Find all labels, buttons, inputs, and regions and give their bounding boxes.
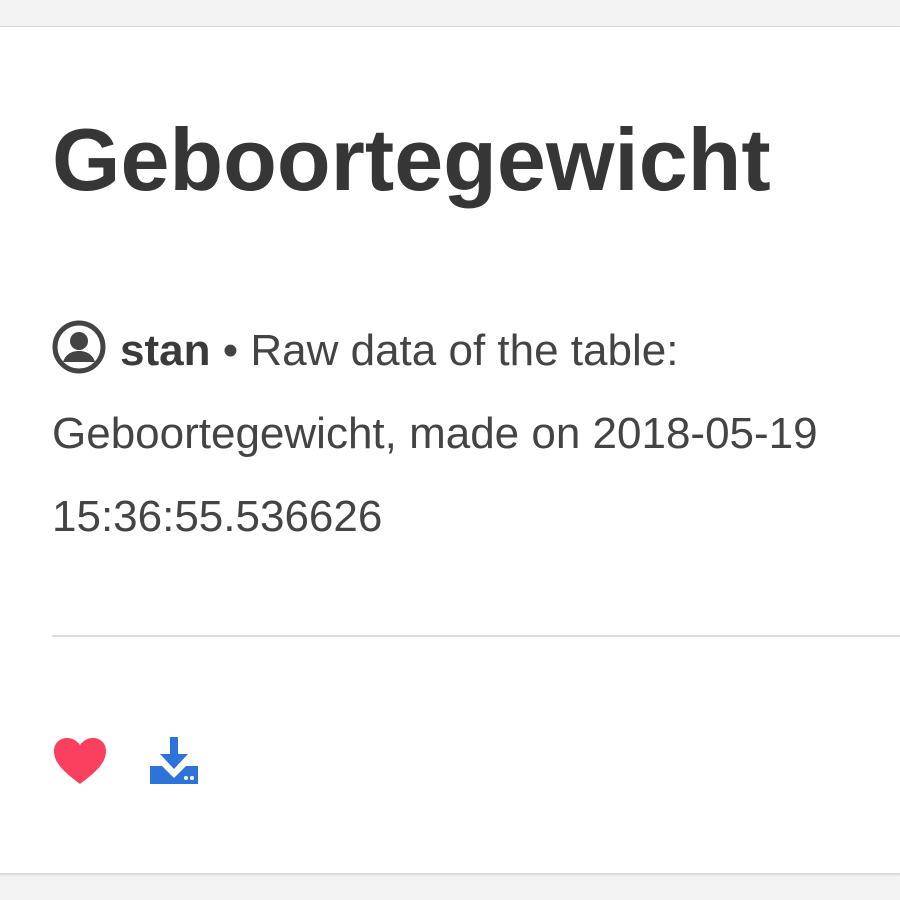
post-meta: stan • Raw data of the table: Geboortege… (52, 309, 892, 558)
like-button[interactable] (52, 736, 108, 791)
user-icon (52, 320, 106, 374)
action-bar (52, 733, 200, 793)
author-name[interactable]: stan (120, 326, 210, 375)
divider (52, 635, 900, 637)
meta-separator: • (222, 326, 239, 375)
heart-icon (54, 737, 106, 784)
post-card: Geboortegewicht stan • Raw data of the t… (0, 26, 900, 874)
page-title: Geboortegewicht (52, 110, 771, 209)
download-button[interactable] (148, 736, 200, 791)
download-icon (150, 736, 198, 784)
